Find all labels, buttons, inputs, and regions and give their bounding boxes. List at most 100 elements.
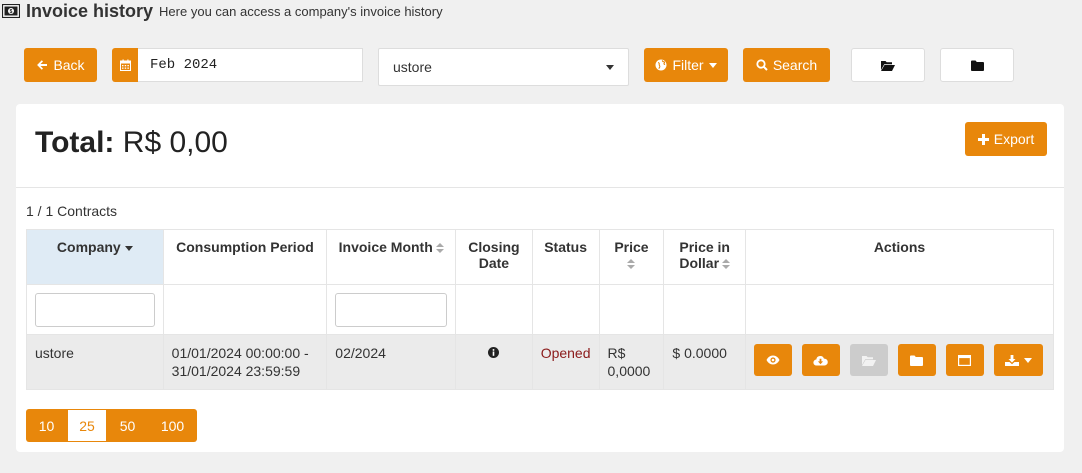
column-header-label: Company	[56, 239, 121, 255]
folder-icon	[910, 355, 924, 366]
divider	[16, 187, 1064, 188]
cloud-download-button[interactable]	[801, 344, 840, 376]
filter-cell	[455, 284, 533, 335]
column-header-label: Price in	[679, 239, 730, 255]
download-icon	[1004, 354, 1019, 366]
page-size-25[interactable]: 25	[67, 409, 107, 442]
export-button-label: Export	[993, 131, 1035, 147]
folder-button[interactable]	[897, 344, 936, 376]
table-header-row: Company Consumption Period Invoice Month…	[26, 229, 1055, 285]
calendar-button[interactable]	[112, 48, 138, 82]
column-header-label: Closing	[468, 239, 520, 255]
chevron-down-icon	[606, 64, 614, 70]
plus-icon	[977, 133, 989, 145]
column-header-consumption-period: Consumption Period	[162, 229, 328, 285]
column-header-actions: Actions	[744, 229, 1055, 285]
filter-row	[26, 284, 1055, 335]
search-button[interactable]: Search	[743, 48, 830, 82]
filter-cell	[663, 284, 746, 335]
folder-button[interactable]	[940, 48, 1014, 82]
contracts-count: 1 / 1 Contracts	[26, 203, 118, 219]
consumption-period-cell: 01/01/2024 00:00:00 - 31/01/2024 23:59:5…	[162, 334, 328, 390]
filter-cell	[744, 284, 1055, 335]
page-header: $ Invoice history Here you can access a …	[0, 0, 443, 22]
chevron-down-icon	[708, 62, 717, 68]
filter-cell	[326, 284, 457, 335]
column-header-status: Status	[531, 229, 600, 285]
price-amount: 0,0000	[607, 363, 651, 379]
company-filter-input[interactable]	[35, 292, 155, 327]
column-header-company[interactable]: Company	[26, 229, 164, 285]
column-header-label: Status	[544, 239, 587, 255]
invoice-table: Company Consumption Period Invoice Month…	[26, 229, 1055, 390]
column-header-price-dollar[interactable]: Price in Dollar	[663, 229, 746, 285]
folder-icon	[970, 60, 984, 71]
actions-group	[753, 344, 1045, 376]
filter-cell	[162, 284, 328, 335]
column-header-label: Date	[478, 255, 510, 271]
filter-cell	[26, 284, 164, 335]
closing-date-cell	[455, 334, 533, 390]
invoice-month-filter-input[interactable]	[335, 292, 448, 327]
chevron-down-icon	[1023, 357, 1032, 363]
money-bill-icon: $	[2, 4, 20, 18]
sort-icon	[722, 259, 731, 270]
back-button[interactable]: Back	[24, 48, 97, 82]
column-header-label: Invoice Month	[338, 239, 433, 255]
page-size-100[interactable]: 100	[148, 409, 197, 442]
open-folder-button[interactable]	[851, 48, 925, 82]
svg-text:$: $	[10, 9, 13, 15]
total-value: R$ 0,00	[122, 126, 228, 159]
company-select-value: ustore	[393, 59, 432, 75]
export-button[interactable]: Export	[965, 122, 1047, 156]
month-input[interactable]: Feb 2024	[138, 48, 363, 82]
globe-icon	[655, 59, 667, 71]
period-start: 01/01/2024 00:00:00 -	[171, 345, 309, 361]
price-cell: R$ 0,0000	[598, 334, 665, 390]
page-size-10[interactable]: 10	[26, 409, 67, 442]
arrow-left-icon	[37, 60, 48, 70]
sort-icon	[435, 243, 444, 254]
total-summary: Total: R$ 0,00	[35, 126, 228, 160]
column-header-invoice-month[interactable]: Invoice Month	[326, 229, 457, 285]
window-button[interactable]	[945, 344, 984, 376]
company-cell: ustore	[26, 334, 164, 390]
page-title: Invoice history	[26, 0, 154, 21]
page-size-50[interactable]: 50	[107, 409, 148, 442]
company-select[interactable]: ustore	[378, 48, 629, 86]
column-header-label: Dollar	[679, 255, 720, 271]
view-button[interactable]	[753, 344, 792, 376]
page-size-selector: 10 25 50 100	[26, 409, 197, 442]
page-subtitle: Here you can access a company's invoice …	[159, 3, 443, 19]
calendar-icon	[119, 59, 131, 71]
sort-desc-icon	[124, 245, 133, 251]
price-dollar-cell: $ 0.0000	[663, 334, 746, 390]
column-header-label: Price	[614, 239, 649, 255]
invoice-month-cell: 02/2024	[326, 334, 457, 390]
filter-cell	[531, 284, 600, 335]
window-icon	[958, 354, 972, 366]
search-button-label: Search	[772, 57, 818, 73]
actions-cell	[744, 334, 1055, 390]
filter-button[interactable]: Filter	[644, 48, 728, 82]
column-header-label: Consumption Period	[176, 239, 314, 255]
eye-icon	[766, 355, 780, 365]
sort-icon	[627, 259, 636, 270]
folder-open-icon	[861, 355, 876, 366]
download-dropdown-button[interactable]	[993, 344, 1043, 376]
period-end: 31/01/2024 23:59:59	[171, 363, 301, 379]
info-icon[interactable]	[488, 347, 500, 358]
search-icon	[756, 59, 768, 71]
open-folder-button-disabled	[849, 344, 888, 376]
column-header-closing-date: Closing Date	[455, 229, 533, 285]
status-cell: Opened	[531, 334, 600, 390]
price-currency: R$	[607, 345, 626, 361]
cloud-download-icon	[813, 355, 829, 366]
table-row: ustore 01/01/2024 00:00:00 - 31/01/2024 …	[26, 334, 1055, 390]
column-header-price[interactable]: Price	[598, 229, 665, 285]
column-header-label: Actions	[873, 239, 926, 255]
folder-open-icon	[881, 60, 895, 71]
total-label: Total:	[35, 126, 115, 159]
invoice-panel: Total: R$ 0,00 Export 1 / 1 Contracts Co…	[16, 104, 1064, 452]
filter-cell	[598, 284, 665, 335]
